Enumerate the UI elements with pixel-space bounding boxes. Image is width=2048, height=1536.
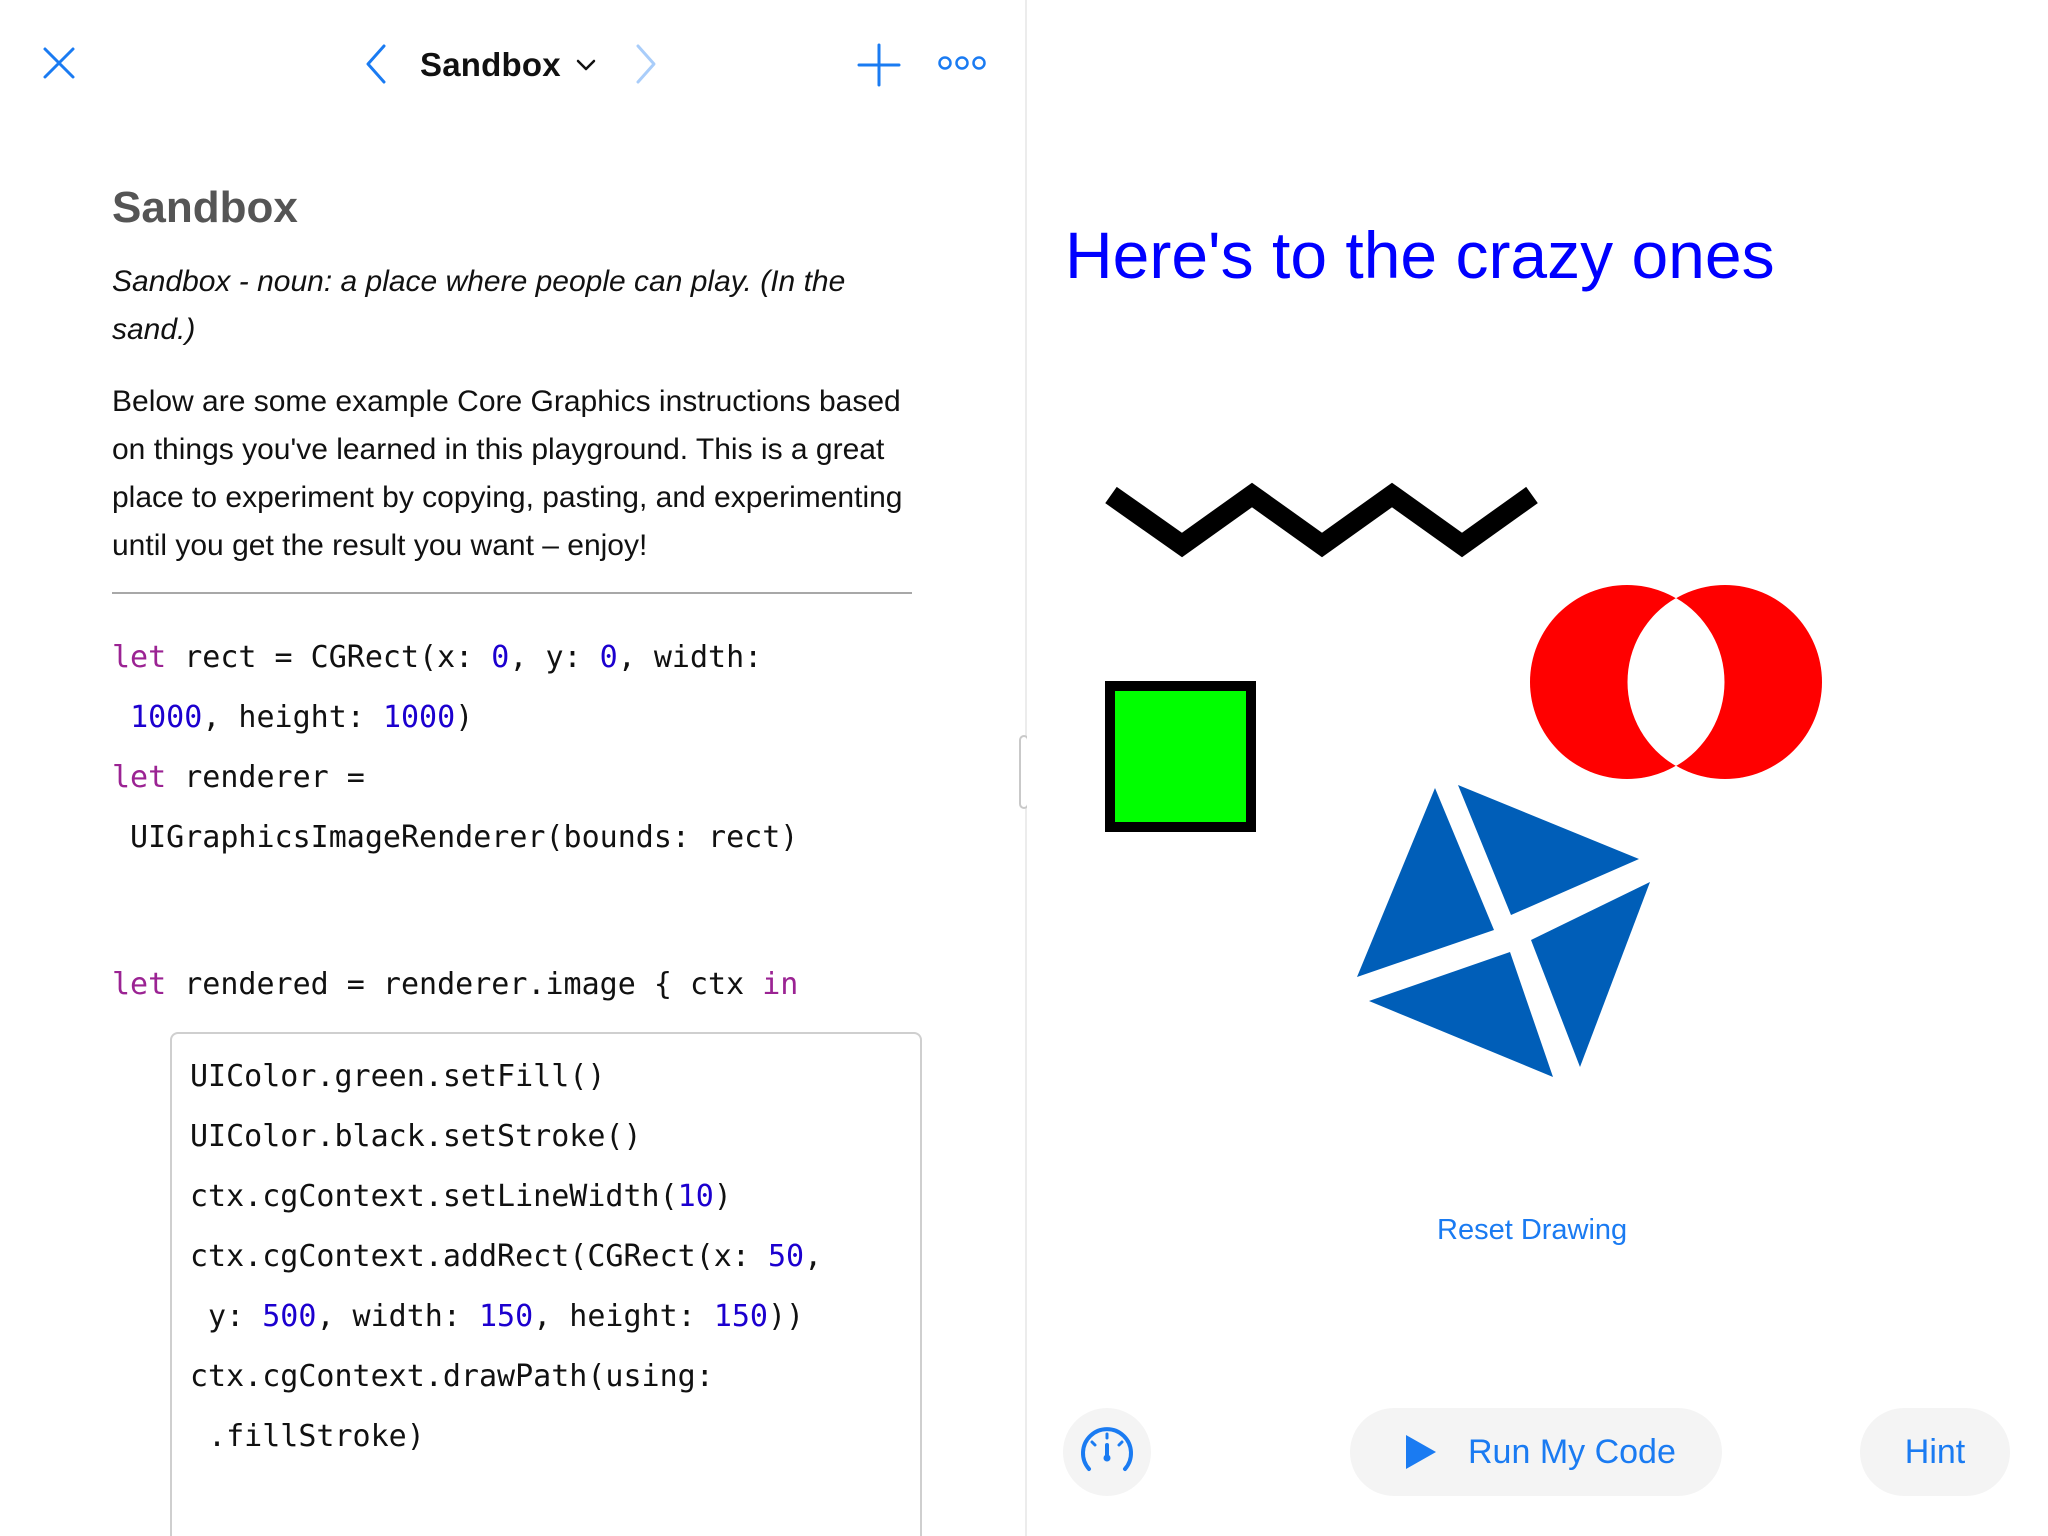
zigzag-line (1105, 482, 1538, 558)
code-text: ctx.cgContext.setLineWidth( (190, 1179, 678, 1214)
plus-icon (857, 43, 901, 87)
code-number: 150 (713, 1299, 768, 1334)
code-line[interactable]: .fillStroke) (190, 1407, 822, 1467)
code-number: 0 (599, 640, 618, 675)
code-line[interactable]: ctx.cgContext.addRect(CGRect(x: 50, (190, 1227, 822, 1287)
live-view: Here's to the crazy ones Reset Drawing R… (1027, 0, 2048, 1536)
hint-button[interactable]: Hint (1860, 1408, 2010, 1496)
code-number: 10 (677, 1179, 714, 1214)
navigation-bar: Sandbox (0, 0, 1025, 130)
code-text: , width: (617, 640, 763, 675)
code-text: UIGraphicsImageRenderer(bounds: rect) (112, 820, 799, 855)
code-keyword: let (112, 760, 167, 795)
hint-button-label: Hint (1904, 1432, 1966, 1471)
code-text: renderer = (166, 760, 365, 795)
code-text: , height: (533, 1299, 714, 1334)
nav-title: Sandbox (420, 46, 561, 83)
close-button[interactable] (40, 44, 78, 82)
code-text: ) (713, 1179, 732, 1214)
code-line[interactable]: UIColor.black.setStroke() (190, 1107, 822, 1167)
intro-paragraph: Below are some example Core Graphics ins… (112, 385, 903, 562)
more-icon (938, 56, 986, 70)
left-pane: Sandbox Sandbox Sandbox - noun: a place (0, 0, 1025, 1536)
page-title-menu[interactable]: Sandbox (420, 40, 597, 90)
chevron-left-icon (366, 44, 386, 84)
code-block-render: let rendered = renderer.image { ctx in (112, 955, 798, 1015)
code-text: , (804, 1239, 823, 1274)
page-heading: Sandbox (112, 183, 298, 232)
code-number: 500 (262, 1299, 317, 1334)
code-keyword: in (762, 967, 799, 1002)
drawing-canvas (1105, 482, 1822, 1077)
close-icon (43, 47, 75, 79)
run-button-label: Run My Code (1468, 1432, 1676, 1471)
code-line: let rendered = renderer.image { ctx in (112, 955, 798, 1015)
code-number: 50 (767, 1239, 805, 1274)
code-line[interactable]: ctx.cgContext.drawPath(using: (190, 1347, 822, 1407)
code-keyword: let (112, 967, 167, 1002)
code-line[interactable]: y: 500, width: 150, height: 150)) (190, 1287, 822, 1347)
code-number: 1000 (382, 700, 456, 735)
code-text: ) (455, 700, 474, 735)
previous-page-button[interactable] (360, 40, 390, 88)
section-divider (112, 592, 912, 594)
add-button[interactable] (856, 42, 902, 88)
code-keyword: let (112, 640, 167, 675)
diamond-piece-right (1531, 882, 1650, 1067)
reset-drawing-button[interactable]: Reset Drawing (1437, 1214, 1627, 1247)
code-text: , height: (202, 700, 383, 735)
code-text: rect = CGRect(x: (166, 640, 492, 675)
code-line[interactable]: UIColor.green.setFill() (190, 1047, 822, 1107)
chevron-down-icon (576, 59, 595, 71)
code-text: y: (190, 1299, 263, 1334)
prose-content: Sandbox Sandbox - noun: a place where pe… (112, 180, 912, 594)
green-square (1105, 681, 1256, 832)
step-speed-button[interactable] (1063, 1408, 1151, 1496)
code-line: let renderer = (112, 748, 798, 808)
code-text: ctx.cgContext.addRect(CGRect(x: (190, 1239, 768, 1274)
code-line: let rect = CGRect(x: 0, y: 0, width: (112, 628, 798, 688)
code-line: 1000, height: 1000) (112, 688, 798, 748)
code-block-setup: let rect = CGRect(x: 0, y: 0, width: 100… (112, 628, 798, 868)
play-icon (1406, 1435, 1436, 1469)
speedometer-icon (1081, 1427, 1133, 1471)
code-number: 150 (479, 1299, 534, 1334)
diamond-piece-bottom (1369, 952, 1553, 1077)
editable-code-text[interactable]: UIColor.green.setFill() UIColor.black.set… (190, 1047, 822, 1467)
more-button[interactable] (938, 54, 986, 72)
chevron-right-icon (636, 44, 656, 84)
blue-diamond (1357, 785, 1650, 1077)
code-number: 1000 (130, 700, 203, 735)
code-number: 0 (491, 640, 510, 675)
code-line[interactable]: ctx.cgContext.setLineWidth(10) (190, 1167, 822, 1227)
next-page-button[interactable] (632, 40, 662, 88)
run-my-code-button[interactable]: Run My Code (1350, 1408, 1722, 1496)
code-text: )) (768, 1299, 805, 1334)
code-line: UIGraphicsImageRenderer(bounds: rect) (112, 808, 798, 868)
code-text: , width: (316, 1299, 479, 1334)
diamond-piece-top (1458, 785, 1639, 915)
code-text: rendered = renderer.image { ctx (166, 967, 763, 1002)
definition-text: Sandbox - noun: a place where people can… (112, 265, 846, 346)
code-text: , y: (509, 640, 600, 675)
red-circles (1530, 585, 1822, 779)
